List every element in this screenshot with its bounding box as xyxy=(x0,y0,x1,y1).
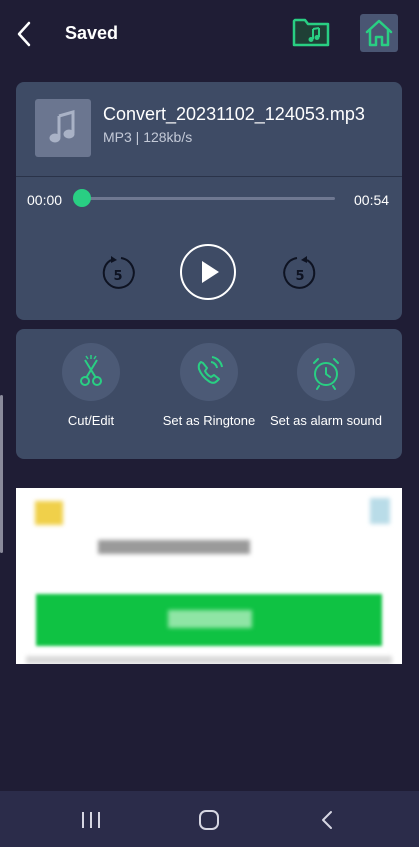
audio-thumbnail xyxy=(35,99,91,157)
action-icon-circle xyxy=(62,343,120,401)
progress-track[interactable] xyxy=(82,197,335,200)
set-alarm-label: Set as alarm sound xyxy=(269,413,382,428)
ad-cta-text-blur xyxy=(168,610,252,628)
forward-icon: 5 xyxy=(283,256,316,289)
divider xyxy=(16,176,402,177)
forward-5-button[interactable]: 5 xyxy=(281,253,319,293)
set-ringtone-label: Set as Ringtone xyxy=(162,413,256,428)
nav-home-button[interactable] xyxy=(197,808,221,832)
alarm-clock-icon xyxy=(313,358,339,390)
player-card: Convert_20231102_124053.mp3 MP3 | 128kb/… xyxy=(16,82,402,320)
nav-back-button[interactable] xyxy=(316,808,338,832)
ad-footer-blur xyxy=(26,656,392,664)
cut-edit-label: Cut/Edit xyxy=(67,413,115,428)
music-note-icon xyxy=(49,110,75,143)
progress-knob[interactable] xyxy=(73,189,91,207)
edge-panel-handle[interactable] xyxy=(0,395,3,553)
rewind-icon: 5 xyxy=(102,256,135,289)
home-button[interactable] xyxy=(360,14,398,52)
page-title: Saved xyxy=(65,23,119,43)
scissors-icon xyxy=(80,355,102,386)
header-bar: Saved xyxy=(0,0,419,70)
forward-label: 5 xyxy=(295,269,304,284)
actions-card: Cut/Edit Set as Ringtone Set as alarm so… xyxy=(16,329,402,459)
chevron-left-icon xyxy=(17,21,31,47)
back-button[interactable] xyxy=(14,20,38,48)
rewind-5-button[interactable]: 5 xyxy=(99,253,137,293)
ad-banner[interactable] xyxy=(16,488,402,664)
music-folder-icon xyxy=(292,18,330,47)
home-icon xyxy=(365,19,393,47)
play-icon xyxy=(202,261,219,283)
play-button[interactable] xyxy=(180,244,236,300)
home-circle-icon xyxy=(199,810,219,830)
file-name: Convert_20231102_124053.mp3 xyxy=(103,104,365,124)
ad-text-blur xyxy=(98,540,250,554)
current-time: 00:00 xyxy=(27,192,63,208)
recent-apps-icon xyxy=(82,812,100,828)
system-nav-bar xyxy=(0,791,419,847)
duration: 00:54 xyxy=(354,192,390,208)
action-icon-circle xyxy=(297,343,355,401)
action-icon-circle xyxy=(180,343,238,401)
recent-apps-button[interactable] xyxy=(79,809,103,831)
phone-ringing-icon xyxy=(197,356,223,384)
ad-info-blur xyxy=(370,498,390,524)
cut-edit-action[interactable]: Cut/Edit xyxy=(31,343,151,428)
set-alarm-action[interactable]: Set as alarm sound xyxy=(266,343,386,428)
music-folder-button[interactable] xyxy=(292,16,330,48)
nav-back-icon xyxy=(322,811,332,829)
rewind-label: 5 xyxy=(113,269,122,284)
ad-logo-blur xyxy=(35,501,63,525)
file-meta: MP3 | 128kb/s xyxy=(103,129,193,145)
set-ringtone-action[interactable]: Set as Ringtone xyxy=(149,343,269,428)
